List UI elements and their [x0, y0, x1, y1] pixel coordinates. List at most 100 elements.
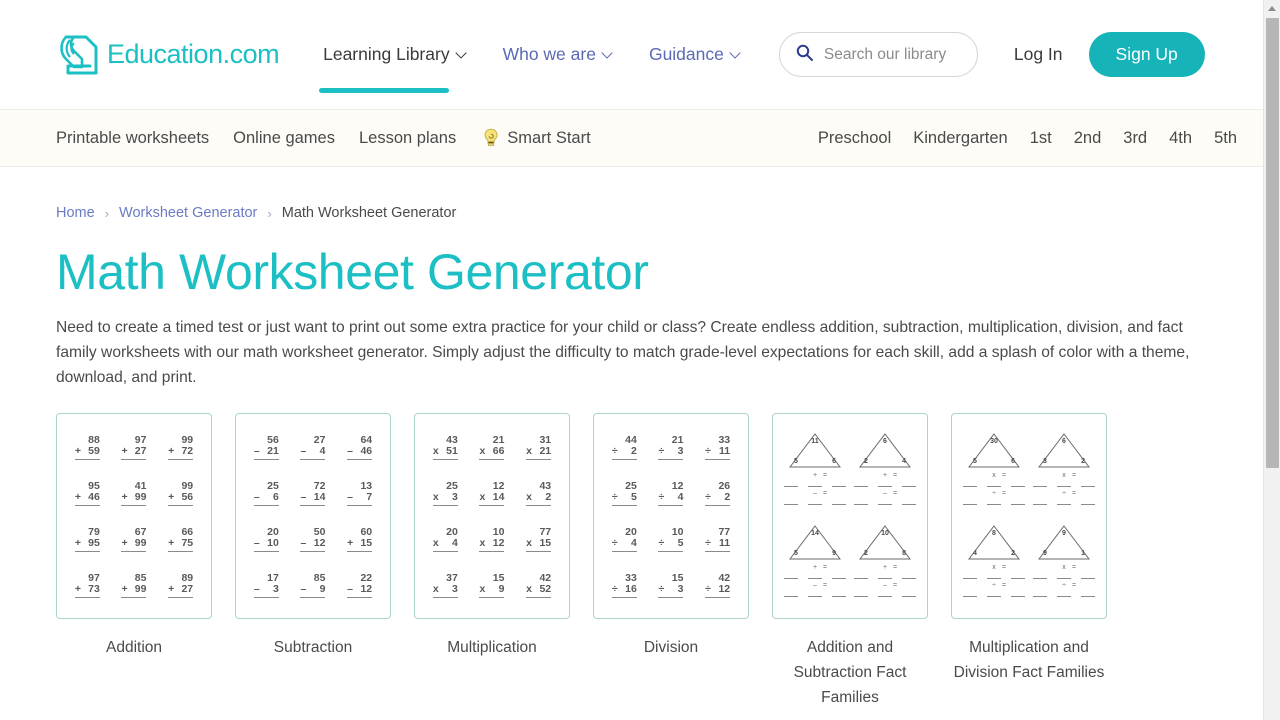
- operator: [822, 482, 832, 490]
- worksheet-preview-subtraction[interactable]: 56–21 27–4 64–46 25–6 72–14 13–7 20–10 50–12 60 +…: [235, 413, 391, 619]
- operator: [870, 564, 880, 572]
- operator: =: [1001, 564, 1007, 571]
- operator: [1049, 490, 1059, 498]
- fact-family-item: 10 2 8 + = – =: [854, 524, 916, 600]
- worksheet-card-list: 88 +59 97 +27 99 +72 95 +46 41 +99 99 +56 79 +95 67 +99…: [56, 413, 1237, 710]
- operator: [979, 582, 989, 590]
- operator: +: [121, 445, 128, 457]
- nav-learning-library-label: Learning Library: [323, 44, 450, 64]
- operator: +: [168, 491, 175, 503]
- triangle-left-value: 2: [864, 458, 868, 465]
- operator: +: [121, 583, 128, 595]
- math-problem: 72–14: [300, 480, 326, 506]
- operand-bottom-row: x4: [432, 537, 458, 552]
- blank-row: [1033, 590, 1095, 600]
- grade-5th[interactable]: 5th: [1214, 129, 1237, 148]
- operand-bottom: 4: [677, 491, 684, 503]
- operator: [979, 490, 989, 498]
- operator: –: [253, 583, 260, 595]
- fact-family-item: 991 x = ÷ =: [1033, 524, 1095, 600]
- worksheet-card-caption: Division: [643, 639, 699, 656]
- grade-kindergarten[interactable]: Kindergarten: [913, 129, 1007, 148]
- worksheet-preview-division[interactable]: 44 ÷ 2 21 ÷ 3 33 ÷ 11 25 ÷ 5 12 ÷ 4 26 ÷ 2 20 ÷ 4 10 ÷ 5 77 ÷ 11 33…: [593, 413, 749, 619]
- breadcrumb-separator-icon: ›: [104, 205, 110, 221]
- operand-bottom: 4: [451, 537, 458, 549]
- math-problem: 43 x 51: [432, 434, 458, 460]
- blank-row: [1033, 480, 1095, 490]
- subnav-online-games[interactable]: Online games: [233, 129, 335, 148]
- math-problem: 44 ÷ 2: [611, 434, 637, 460]
- operator: x: [1062, 564, 1066, 571]
- operator: ÷: [705, 445, 711, 457]
- operand-bottom-row: –6: [253, 491, 279, 506]
- blank-row: [963, 480, 1025, 490]
- breadcrumb-separator-icon: ›: [267, 205, 272, 221]
- nav-learning-library[interactable]: Learning Library: [319, 40, 466, 93]
- search-input[interactable]: [823, 45, 961, 64]
- grade-3rd[interactable]: 3rd: [1123, 129, 1147, 148]
- operand-bottom: 4: [319, 445, 326, 457]
- page-scrollbar[interactable]: [1263, 0, 1280, 720]
- breadcrumb-worksheet-generator[interactable]: Worksheet Generator: [119, 205, 257, 221]
- grade-2nd[interactable]: 2nd: [1074, 129, 1102, 148]
- operand-bottom-row: +75: [168, 537, 194, 552]
- secondary-nav: Printable worksheets Online games Lesson…: [0, 110, 1263, 167]
- subnav-printable-worksheets[interactable]: Printable worksheets: [56, 129, 209, 148]
- search-box[interactable]: [778, 32, 978, 77]
- answer-blank: [902, 590, 916, 597]
- operator: +: [812, 564, 818, 571]
- scrollbar-thumb[interactable]: [1266, 18, 1279, 468]
- grade-preschool[interactable]: Preschool: [818, 129, 891, 148]
- grade-1st[interactable]: 1st: [1030, 129, 1052, 148]
- nav-guidance[interactable]: Guidance: [649, 40, 741, 69]
- operand-bottom-row: x 21: [526, 445, 552, 460]
- site-logo[interactable]: Education.com: [56, 32, 280, 78]
- operand-bottom-row: +27: [121, 445, 147, 460]
- fact-family-grid: 30 5 6 x = ÷ = 632 x = ÷ = 842 x = ÷ = 991 x = ÷ =: [959, 424, 1099, 608]
- blank-row: [784, 590, 846, 600]
- worksheet-preview-mult-div-fact-families[interactable]: 30 5 6 x = ÷ = 632 x = ÷ = 842 x = ÷ = 991 x = ÷ =: [951, 413, 1107, 619]
- answer-blank: [1057, 480, 1071, 487]
- worksheet-card-mult-div-fact-families: 30 5 6 x = ÷ = 632 x = ÷ = 842 x = ÷ = 991 x = ÷ =…: [951, 413, 1107, 710]
- worksheet-preview-multiplication[interactable]: 43 x 51 21 x 66 31 x 21 25 x 3 12 x 14 43 x 2 20 x 4 10 x 12 77 x…: [414, 413, 570, 619]
- operator: [800, 490, 810, 498]
- operator: [798, 574, 808, 582]
- scrollbar-up-arrow-icon[interactable]: [1264, 0, 1280, 17]
- worksheet-preview-addition[interactable]: 88 +59 97 +27 99 +72 95 +46 41 +99 99 +56 79 +95 67 +99…: [56, 413, 212, 619]
- operand-bottom: 12: [718, 583, 731, 595]
- subnav-lesson-plans[interactable]: Lesson plans: [359, 129, 456, 148]
- answer-blank: [987, 590, 1001, 597]
- blank-row: [963, 590, 1025, 600]
- operator: [1047, 574, 1057, 582]
- grade-4th[interactable]: 4th: [1169, 129, 1192, 148]
- worksheet-preview-add-sub-fact-families[interactable]: 11 5 6 + = – = 624 + = – = 14 5 9 + = – = 10 2 8 + = …: [772, 413, 928, 619]
- operator: [870, 472, 880, 480]
- pencil-logo-icon: [56, 32, 100, 78]
- answer-blank: [854, 480, 868, 487]
- operator: ÷: [705, 537, 711, 549]
- signup-button[interactable]: Sign Up: [1088, 32, 1205, 77]
- fact-family-blanks: x = ÷ =: [963, 564, 1025, 600]
- problem-grid: 44 ÷ 2 21 ÷ 3 33 ÷ 11 25 ÷ 5 12 ÷ 4 26 ÷ 2 20 ÷ 4 10 ÷ 5 77 ÷ 11 33…: [601, 424, 741, 608]
- operand-bottom: 5: [677, 537, 684, 549]
- operator: [977, 500, 987, 508]
- operator: [1001, 574, 1011, 582]
- operator: +: [168, 537, 175, 549]
- operand-bottom-row: ÷ 4: [611, 537, 637, 552]
- nav-who-we-are[interactable]: Who we are: [503, 40, 613, 69]
- operand-bottom-row: –10: [253, 537, 279, 552]
- math-problem: 66 +75: [168, 526, 194, 552]
- subnav-smart-start[interactable]: Smart Start: [480, 127, 591, 149]
- operator: –: [813, 582, 817, 589]
- operand-bottom-row: ÷ 4: [658, 491, 684, 506]
- operand-bottom-row: –7: [347, 491, 373, 506]
- problem-grid: 88 +59 97 +27 99 +72 95 +46 41 +99 99 +56 79 +95 67 +99…: [64, 424, 204, 608]
- operator: x: [479, 491, 486, 503]
- operand-bottom: 66: [492, 445, 505, 457]
- subnav-smart-start-label: Smart Start: [507, 128, 591, 147]
- primary-nav: Learning Library Who we are Guidance: [319, 40, 741, 93]
- login-button[interactable]: Log In: [1014, 44, 1063, 65]
- operand-bottom-row: –46: [347, 445, 373, 460]
- math-problem: 10 x 12: [479, 526, 505, 552]
- breadcrumb-home[interactable]: Home: [56, 205, 95, 221]
